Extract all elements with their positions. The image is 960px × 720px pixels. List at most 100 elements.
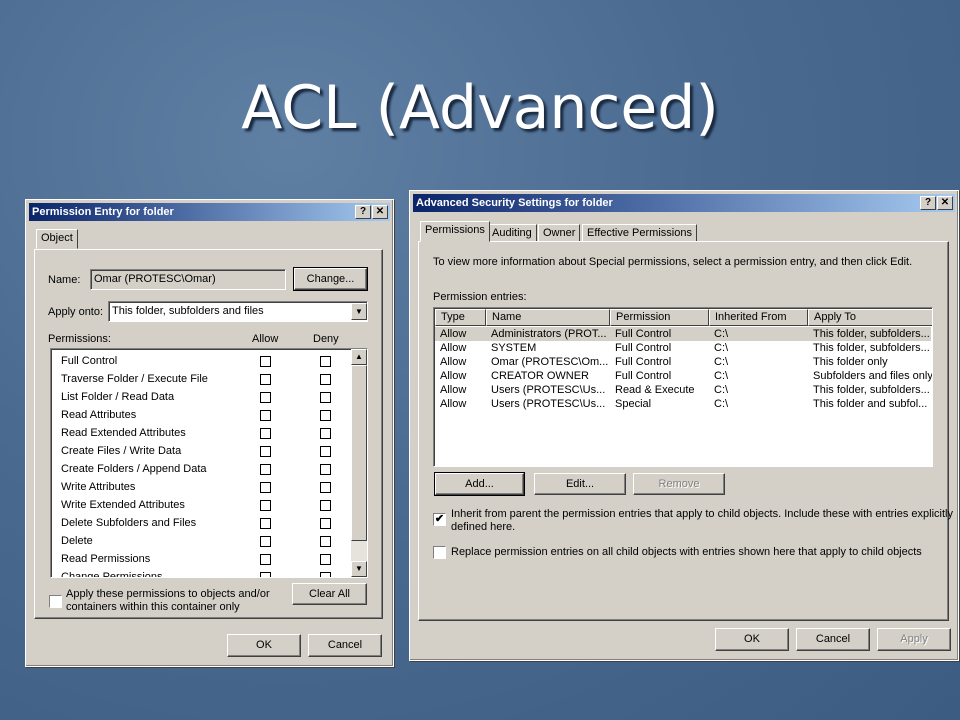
table-cell: C:\ (714, 342, 729, 354)
slide-title: ACL (Advanced) (241, 73, 719, 143)
apply-children-checkbox[interactable] (49, 595, 62, 608)
ok-button[interactable]: OK (227, 634, 301, 657)
deny-checkbox[interactable] (320, 572, 331, 577)
remove-button[interactable]: Remove (633, 473, 725, 495)
table-row[interactable]: Allow SYSTEM Full Control C:\ This folder, s… (435, 341, 931, 355)
apply-onto-value: This folder, subfolders and files (112, 305, 264, 317)
permission-row: Delete Subfolders and Files (51, 515, 341, 533)
scroll-down-icon[interactable]: ▼ (351, 561, 367, 577)
allow-checkbox[interactable] (260, 410, 271, 421)
deny-checkbox[interactable] (320, 500, 331, 511)
allow-checkbox[interactable] (260, 572, 271, 577)
permissions-label: Permissions: (48, 333, 111, 345)
deny-checkbox[interactable] (320, 464, 331, 475)
tab-label: Effective Permissions (587, 227, 692, 239)
dialog-title: Advanced Security Settings for folder (416, 197, 613, 209)
permissions-scrollbar[interactable]: ▲ ▼ (351, 349, 367, 577)
add-button[interactable]: Add... (434, 472, 525, 496)
allow-checkbox[interactable] (260, 518, 271, 529)
table-row[interactable]: Allow Users (PROTESC\Us... Read & Execute C… (435, 383, 931, 397)
table-cell: Users (PROTESC\Us... (491, 384, 606, 396)
deny-checkbox[interactable] (320, 482, 331, 493)
tab-auditing[interactable]: Auditing (487, 224, 537, 241)
permission-row: Delete (51, 533, 341, 551)
change-button[interactable]: Change... (293, 267, 368, 291)
table-cell: CREATOR OWNER (491, 370, 589, 382)
replace-checkbox[interactable] (433, 546, 446, 559)
column-header[interactable]: Inherited From (709, 309, 808, 326)
tab-owner[interactable]: Owner (538, 224, 581, 241)
allow-checkbox[interactable] (260, 464, 271, 475)
table-cell: C:\ (714, 328, 729, 340)
table-cell: Administrators (PROT... (491, 328, 607, 340)
allow-checkbox[interactable] (260, 392, 271, 403)
table-cell: Full Control (615, 328, 672, 340)
permissions-list[interactable]: Full Control Traverse Folder / Execute Fi… (50, 348, 368, 578)
table-row[interactable]: Allow CREATOR OWNER Full Control C:\ Subfold… (435, 369, 932, 383)
table-row[interactable]: Allow Omar (PROTESC\Om... Full Control C:\ T… (435, 355, 931, 369)
deny-checkbox[interactable] (320, 446, 331, 457)
allow-checkbox[interactable] (260, 428, 271, 439)
deny-checkbox[interactable] (320, 518, 331, 529)
close-icon[interactable]: ✕ (372, 205, 388, 219)
allow-checkbox[interactable] (260, 482, 271, 493)
allow-checkbox[interactable] (260, 500, 271, 511)
deny-checkbox[interactable] (320, 536, 331, 547)
help-icon[interactable]: ? (355, 205, 371, 219)
table-cell: SYSTEM (491, 342, 537, 354)
table-cell: C:\ (714, 356, 729, 368)
inherit-checkbox[interactable]: ✔ (433, 513, 446, 526)
apply-button[interactable]: Apply (877, 628, 951, 651)
name-label: Name: (48, 274, 81, 286)
column-header[interactable]: Permission (610, 309, 709, 326)
permissions-rows: Full Control Traverse Folder / Execute Fi… (51, 353, 351, 577)
apply-onto-label: Apply onto: (48, 306, 104, 318)
permission-name: Full Control (61, 355, 118, 367)
scroll-thumb[interactable] (351, 365, 367, 541)
edit-button[interactable]: Edit... (534, 473, 626, 495)
table-cell: Allow (440, 398, 467, 410)
allow-checkbox[interactable] (260, 446, 271, 457)
allow-checkbox[interactable] (260, 536, 271, 547)
table-cell: Special (615, 398, 652, 410)
deny-checkbox[interactable] (320, 392, 331, 403)
column-header[interactable]: Apply To (808, 309, 932, 326)
column-header[interactable]: Type (435, 309, 486, 326)
allow-checkbox[interactable] (260, 554, 271, 565)
table-cell: Allow (440, 342, 467, 354)
scroll-up-icon[interactable]: ▲ (351, 349, 367, 365)
cancel-button[interactable]: Cancel (308, 634, 382, 657)
tab-object[interactable]: Object (36, 229, 78, 249)
inherit-text-2: defined here. (451, 521, 516, 533)
allow-checkbox[interactable] (260, 374, 271, 385)
deny-checkbox[interactable] (320, 356, 331, 367)
name-value: Omar (PROTESC\Omar) (94, 273, 216, 285)
tab-label: Owner (543, 227, 576, 239)
close-icon[interactable]: ✕ (937, 196, 953, 210)
tab-permissions[interactable]: Permissions (420, 221, 490, 242)
ok-button[interactable]: OK (715, 628, 789, 651)
tab-label: Auditing (492, 227, 532, 239)
apply-onto-select[interactable]: This folder, subfolders and files ▼ (108, 301, 368, 322)
permission-entries-list[interactable]: Type Name Permission Inherited From Apply To… (433, 307, 933, 467)
permission-entry-titlebar[interactable]: Permission Entry for folder ? ✕ (29, 203, 390, 221)
entries-label: Permission entries: (433, 291, 527, 303)
cancel-button[interactable]: Cancel (796, 628, 870, 651)
name-field: Omar (PROTESC\Omar) (90, 269, 286, 290)
permission-name: Write Attributes (61, 481, 136, 493)
table-row[interactable]: Allow Administrators (PROT... Full Control… (435, 327, 931, 341)
deny-checkbox[interactable] (320, 374, 331, 385)
allow-checkbox[interactable] (260, 356, 271, 367)
deny-checkbox[interactable] (320, 554, 331, 565)
chevron-down-icon[interactable]: ▼ (351, 303, 367, 320)
deny-checkbox[interactable] (320, 428, 331, 439)
help-icon[interactable]: ? (920, 196, 936, 210)
advanced-security-titlebar[interactable]: Advanced Security Settings for folder ? … (413, 194, 955, 212)
deny-checkbox[interactable] (320, 410, 331, 421)
table-row[interactable]: Allow Users (PROTESC\Us... Special C:\ This … (435, 397, 931, 411)
clear-all-button[interactable]: Clear All (292, 583, 367, 605)
permission-row: Create Files / Write Data (51, 443, 341, 461)
column-header[interactable]: Name (486, 309, 610, 326)
table-cell: Allow (440, 356, 467, 368)
tab-effective-permissions[interactable]: Effective Permissions (582, 224, 697, 241)
